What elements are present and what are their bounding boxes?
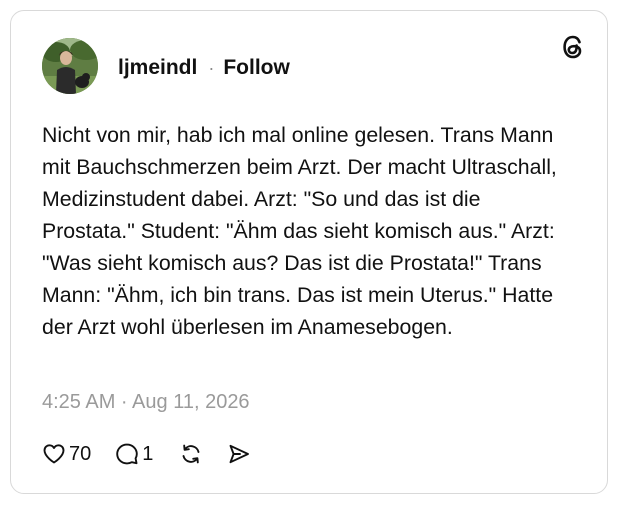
repost-button[interactable] — [179, 442, 203, 466]
username[interactable]: ljmeindl — [118, 55, 197, 81]
post-card: ljmeindl · Follow Nicht von mir, hab ich… — [10, 10, 608, 494]
reply-count: 1 — [142, 443, 154, 465]
post-text: Nicht von mir, hab ich mal online gelese… — [42, 123, 557, 339]
action-bar: 70 1 — [42, 441, 251, 467]
post-timestamp[interactable]: 4:25 AM · Aug 11, 2026 — [42, 389, 250, 415]
post-header: ljmeindl · Follow — [118, 55, 290, 81]
comment-icon — [116, 443, 138, 465]
repost-icon — [182, 444, 200, 464]
follow-button[interactable]: Follow — [223, 55, 290, 81]
threads-logo-icon[interactable] — [559, 33, 587, 61]
avatar-photo — [42, 38, 98, 94]
send-icon — [229, 444, 250, 464]
header-separator: · — [208, 58, 215, 78]
share-button[interactable] — [227, 442, 251, 466]
heart-icon — [43, 444, 65, 464]
like-count: 70 — [69, 443, 92, 465]
reply-button[interactable]: 1 — [115, 442, 153, 466]
avatar[interactable] — [42, 38, 98, 94]
like-button[interactable]: 70 — [42, 442, 91, 466]
